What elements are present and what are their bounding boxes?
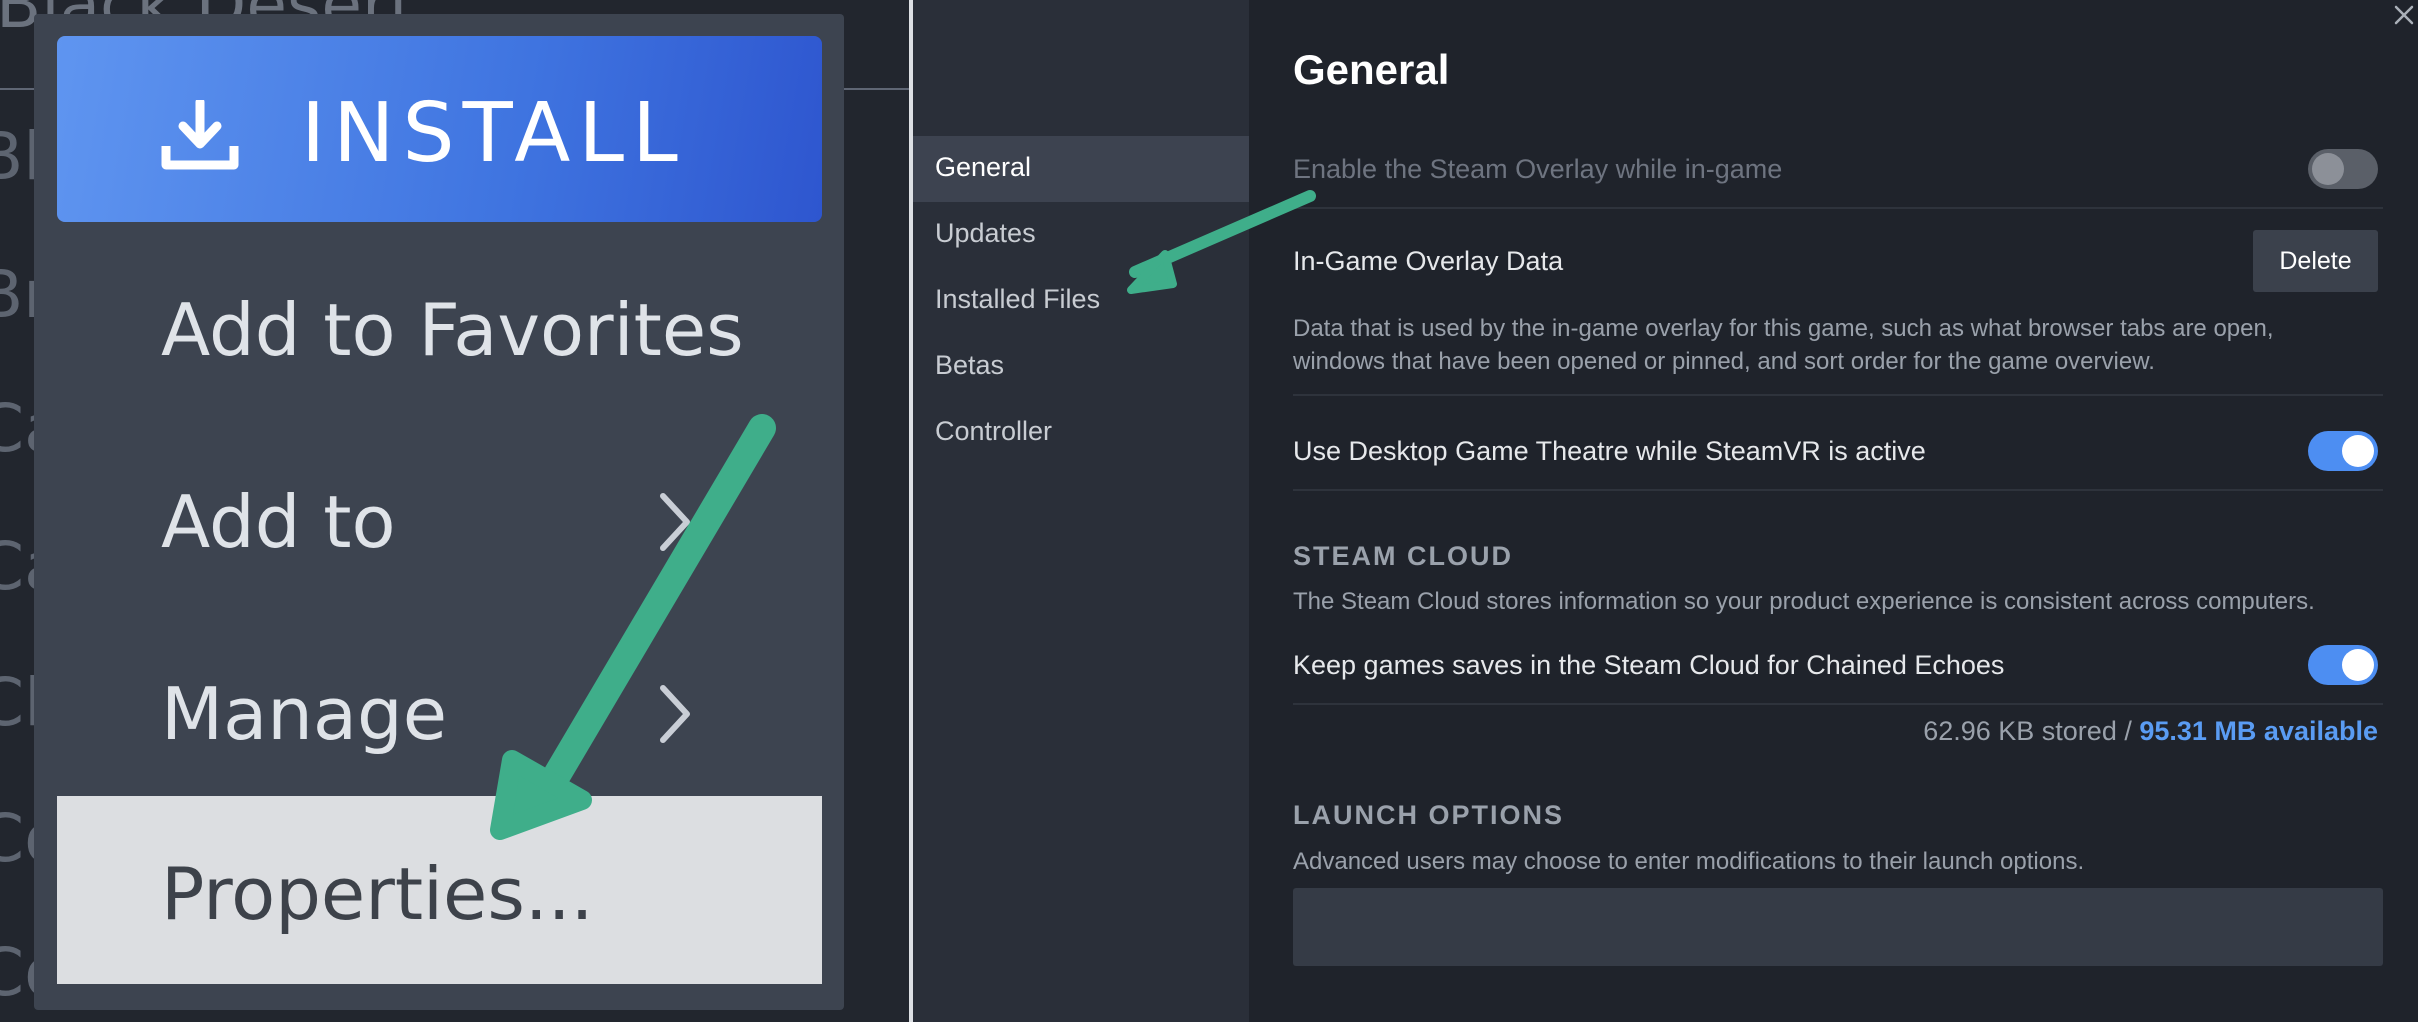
install-button[interactable]: INSTALL — [57, 36, 822, 222]
sidebar-item-installed-files[interactable]: Installed Files — [913, 268, 1249, 334]
overlay-data-label: In-Game Overlay Data — [1293, 246, 1564, 276]
menu-item-manage[interactable]: Manage — [57, 634, 822, 794]
overlay-toggle[interactable] — [2308, 149, 2378, 189]
divider — [1293, 703, 2383, 705]
sidebar-item-general[interactable]: General — [913, 136, 1249, 202]
overlay-data-description: Data that is used by the in-game overlay… — [1293, 315, 2274, 375]
launch-options-heading: LAUNCH OPTIONS — [1293, 800, 1564, 830]
left-library-pane: Black Desert Bl Br Ca Ca Cl Co Co INSTAL… — [0, 0, 909, 1022]
sidebar-item-label: Controller — [935, 416, 1053, 446]
general-settings-panel: General Enable the Steam Overlay while i… — [1293, 0, 2383, 1022]
menu-item-label: Manage — [161, 672, 447, 756]
properties-sidebar: General Updates Installed Files Betas Co… — [913, 0, 1249, 1022]
divider — [1293, 489, 2383, 491]
sidebar-item-label: Installed Files — [935, 284, 1101, 314]
storage-used: 62.96 KB stored / — [1923, 716, 2132, 746]
cloud-storage-status: 62.96 KB stored / 95.31 MB available — [1923, 716, 2378, 747]
sidebar-item-betas[interactable]: Betas — [913, 334, 1249, 400]
sidebar-item-label: General — [935, 152, 1032, 182]
close-icon[interactable] — [2393, 4, 2415, 26]
menu-item-label: Add to Favorites — [161, 288, 744, 372]
sidebar-item-label: Updates — [935, 218, 1036, 248]
divider — [1293, 394, 2383, 396]
theatre-toggle[interactable] — [2308, 431, 2378, 471]
game-context-menu: INSTALL Add to Favorites Add to Manage P… — [34, 14, 844, 1010]
launch-options-description: Advanced users may choose to enter modif… — [1293, 848, 2085, 875]
storage-available-link[interactable]: 95.31 MB available — [2139, 716, 2378, 746]
menu-item-label: Properties... — [161, 852, 594, 936]
sidebar-item-controller[interactable]: Controller — [913, 400, 1249, 466]
overlay-setting-label: Enable the Steam Overlay while in-game — [1293, 154, 1783, 184]
steam-cloud-setting-label: Keep games saves in the Steam Cloud for … — [1293, 650, 2005, 680]
toggle-knob — [2342, 649, 2374, 681]
steam-cloud-toggle[interactable] — [2308, 645, 2378, 685]
menu-item-label: Add to — [161, 480, 396, 564]
menu-item-add-to[interactable]: Add to — [57, 442, 822, 602]
steam-cloud-description: The Steam Cloud stores information so yo… — [1293, 588, 2315, 615]
chevron-right-icon — [660, 493, 690, 551]
download-icon — [161, 100, 239, 170]
steam-cloud-heading: STEAM CLOUD — [1293, 541, 1513, 571]
toggle-knob — [2342, 435, 2374, 467]
delete-overlay-data-button[interactable]: Delete — [2253, 230, 2378, 292]
sidebar-item-label: Betas — [935, 350, 1005, 380]
properties-window: General Updates Installed Files Betas Co… — [913, 0, 2418, 1022]
page-title: General — [1293, 46, 1450, 93]
sidebar-item-updates[interactable]: Updates — [913, 202, 1249, 268]
menu-item-add-to-favorites[interactable]: Add to Favorites — [57, 250, 822, 410]
chevron-right-icon — [660, 685, 690, 743]
theatre-setting-label: Use Desktop Game Theatre while SteamVR i… — [1293, 436, 1926, 466]
launch-options-input[interactable] — [1293, 888, 2383, 966]
divider — [1293, 207, 2383, 209]
toggle-knob — [2312, 153, 2344, 185]
install-label: INSTALL — [301, 86, 686, 181]
menu-item-properties[interactable]: Properties... — [57, 796, 822, 984]
